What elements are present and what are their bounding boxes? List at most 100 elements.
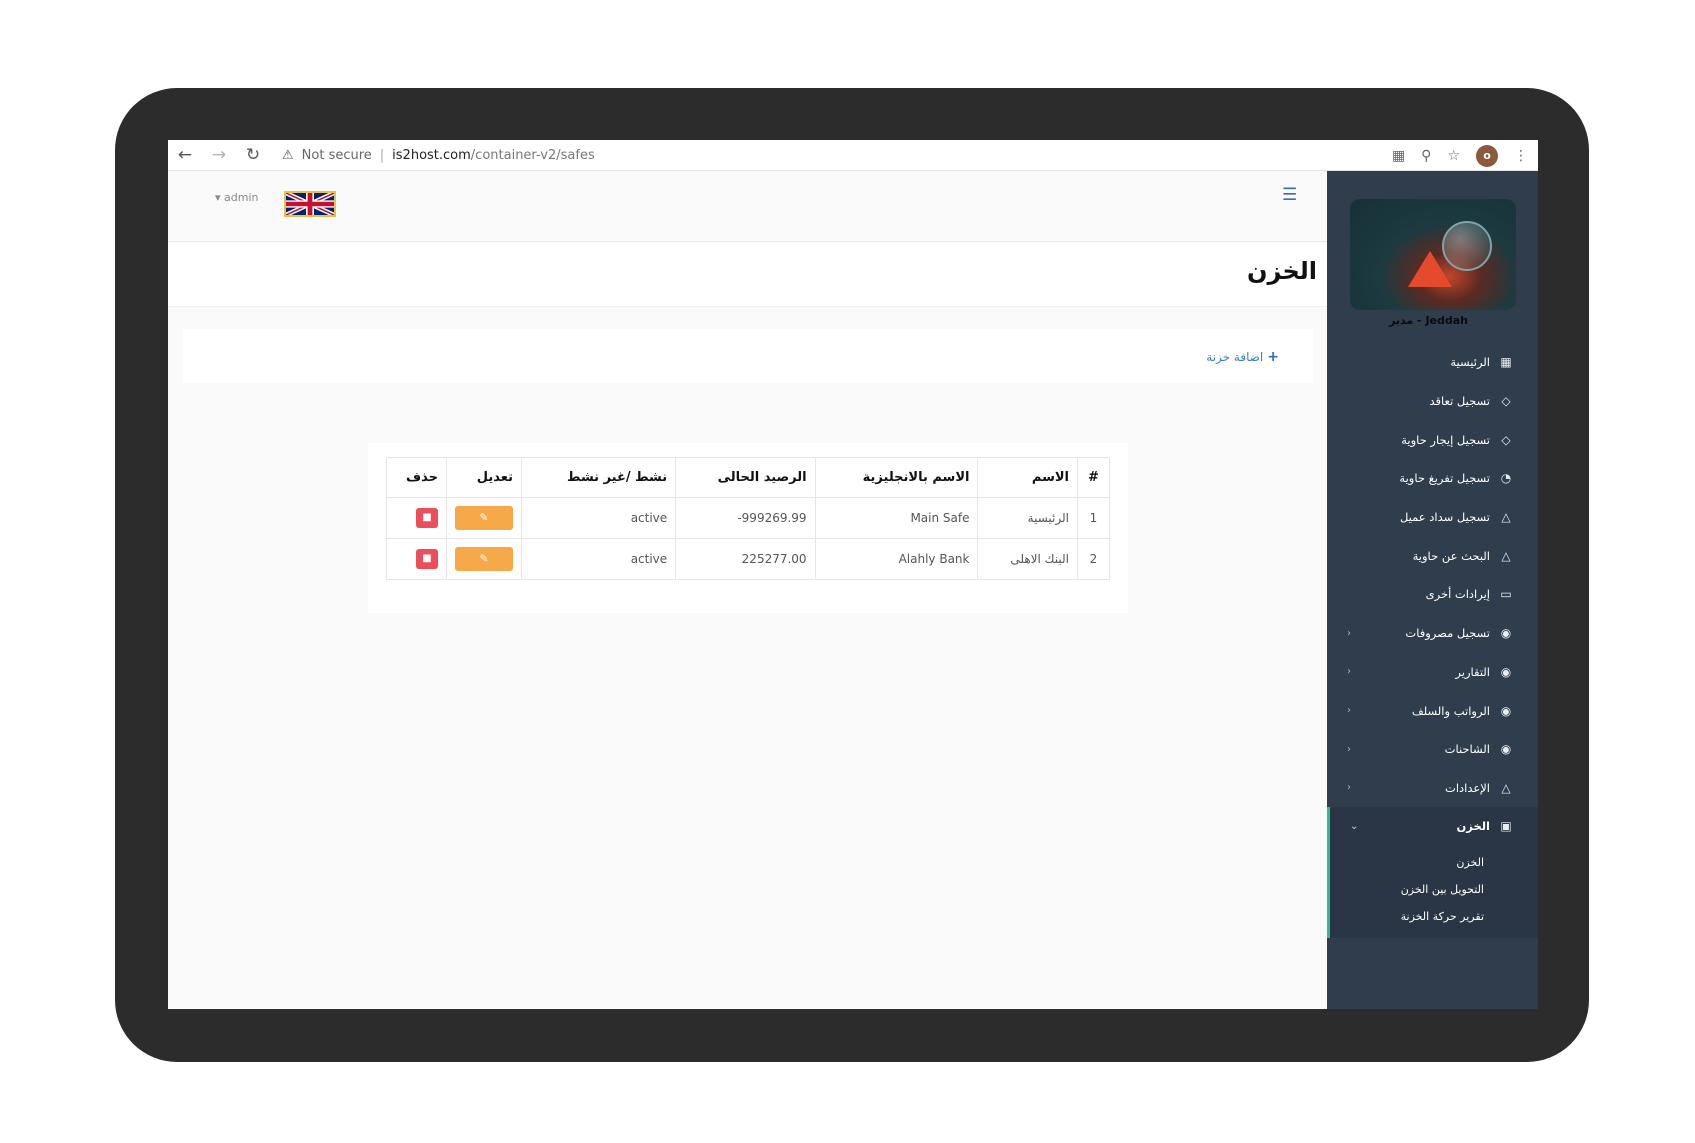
user-name: admin [224,191,259,204]
col-name-en: الاسم بالانجليزية [814,457,979,498]
col-edit: تعديل [446,457,522,498]
globe-icon: ◉ [1500,626,1512,641]
sidebar-item-container-unload[interactable]: ◔ تسجيل تفريغ حاوية [1327,459,1538,498]
col-number: # [1077,457,1110,498]
user-dropdown[interactable]: ▾ admin [215,191,259,204]
sidebar-item-container-search[interactable]: △ البحث عن حاوية [1327,536,1538,575]
sidebar-item-other-revenue[interactable]: ▭ إيرادات أخرى [1327,575,1538,614]
cell-delete: ■ [386,538,447,580]
sidebar-item-salaries[interactable]: ◉ الرواتب والسلف ‹ [1327,691,1538,730]
sidebar-item-home[interactable]: ▦ الرئيسية [1327,343,1538,382]
delete-button[interactable]: ■ [416,549,438,569]
sidebar-item-label: الرواتب والسلف [1411,703,1490,718]
profile-avatar[interactable]: o [1476,144,1498,167]
screen: ← → ↻ ⚠ Not secure | is2host.com/contain… [168,140,1538,1009]
cell-edit: ✎ [446,497,522,539]
back-icon[interactable]: ← [168,140,202,171]
forward-icon[interactable]: → [202,140,236,171]
add-safe-link[interactable]: + اضافة خزنة [1206,349,1279,365]
grid-icon: ▦ [1500,355,1512,370]
sidebar-item-expenses[interactable]: ◉ تسجيل مصروفات ‹ [1327,614,1538,653]
hamburger-icon[interactable]: ☰ [1282,185,1297,205]
sidebar-item-label: التقارير [1455,664,1490,679]
user-avatar [1350,199,1516,310]
star-icon[interactable]: ☆ [1447,148,1460,164]
sidebar-item-client-payment[interactable]: △ تسجيل سداد عميل [1327,498,1538,537]
url-path: /container-v2/safes [470,147,595,163]
translate-icon[interactable]: ▦ [1392,148,1405,164]
cell-name: البنك الاهلى [977,538,1078,580]
cell-name-en: Main Safe [814,497,979,539]
chevron-left-icon: ‹ [1347,782,1351,794]
caret-down-icon: ▾ [215,191,221,204]
sidebar-item-label: الخزن [1456,819,1490,834]
sidebar-item-container-rent[interactable]: ◇ تسجيل إيجار حاوية [1327,420,1538,459]
chevron-down-icon: ⌄ [1350,820,1359,832]
globe-icon: ◉ [1500,664,1512,679]
cell-balance: 225277.00 [675,538,816,580]
submenu-item-safe-report[interactable]: تقرير حركة الخزنة [1330,903,1538,930]
sidebar-item-trucks[interactable]: ◉ الشاحنات ‹ [1327,730,1538,769]
chevron-left-icon: ‹ [1347,743,1351,755]
page-header: الخزن [168,243,1327,307]
not-secure-label[interactable]: Not secure [302,148,372,163]
zoom-icon[interactable]: ⚲ [1421,148,1431,164]
url-separator: | [379,147,385,163]
trash-icon: ■ [422,512,432,523]
browser-actions: ▦ ⚲ ☆ o ⋮ [1392,140,1528,171]
sidebar-item-label: الإعدادات [1445,780,1490,795]
reload-icon[interactable]: ↻ [236,140,270,171]
edit-button[interactable]: ✎ [455,506,513,530]
submenu-item-safes[interactable]: الخزن [1330,849,1538,876]
main-content: ▾ admin ☰ الخزن + اضافة خزنة # الاسم الا… [168,171,1327,1009]
cell-number: 2 [1077,538,1110,580]
sidebar: Jeddah - مدير ▦ الرئيسية ◇ تسجيل تعاقد ◇ تس… [1327,171,1538,1009]
chevron-left-icon: ‹ [1347,627,1351,639]
browser-toolbar: ← → ↻ ⚠ Not secure | is2host.com/contain… [168,140,1538,171]
safes-table-card: # الاسم الاسم بالانجليزية الرصيد الحالى … [368,443,1128,613]
page-title: الخزن [1247,257,1317,285]
warning-icon[interactable]: ⚠ [282,148,294,163]
table-row: 1 الرئيسية Main Safe -999269.99 active ✎… [386,497,1110,539]
sidebar-item-label: تسجيل تعاقد [1429,394,1490,409]
sidebar-menu: ▦ الرئيسية ◇ تسجيل تعاقد ◇ تسجيل إيجار حاوي… [1327,343,1538,939]
col-delete: حذف [386,457,447,498]
sidebar-item-label: البحث عن حاوية [1412,548,1490,563]
sidebar-item-contract[interactable]: ◇ تسجيل تعاقد [1327,382,1538,421]
pie-icon: ◔ [1500,471,1512,486]
sidebar-item-safes[interactable]: ▣ الخزن ⌄ [1327,807,1538,846]
money-icon: ▣ [1500,819,1512,834]
sidebar-item-label: تسجيل مصروفات [1405,626,1490,641]
cell-delete: ■ [386,497,447,539]
globe-icon: ◉ [1500,703,1512,718]
edit-icon: ✎ [479,511,489,524]
cell-edit: ✎ [446,538,522,580]
cell-name: الرئيسية [977,497,1078,539]
sidebar-item-label: إيرادات أخرى [1425,587,1490,602]
flask-icon: △ [1501,780,1511,795]
submenu-item-transfer[interactable]: التحويل بين الخزن [1330,876,1538,903]
safes-submenu: الخزن التحويل بين الخزن تقرير حركة الخزن… [1327,845,1538,939]
table-header-row: # الاسم الاسم بالانجليزية الرصيد الحالى … [386,457,1110,498]
cell-status: active [520,497,677,539]
kebab-menu-icon[interactable]: ⋮ [1514,148,1528,164]
uk-flag-icon[interactable] [284,191,336,217]
sidebar-item-reports[interactable]: ◉ التقارير ‹ [1327,653,1538,692]
sidebar-item-label: تسجيل تفريغ حاوية [1399,471,1490,486]
cell-name-en: Alahly Bank [814,538,979,580]
sidebar-user-label: Jeddah - مدير [1389,314,1468,327]
delete-button[interactable]: ■ [416,508,438,528]
cell-number: 1 [1077,497,1110,539]
monitor-icon: ▭ [1500,587,1512,602]
flask-icon: △ [1501,510,1511,525]
col-status: نشط /غير نشط [520,457,677,498]
top-navbar: ▾ admin ☰ [168,171,1327,242]
edit-button[interactable]: ✎ [455,547,513,571]
sidebar-item-settings[interactable]: △ الإعدادات ‹ [1327,769,1538,808]
safes-table: # الاسم الاسم بالانجليزية الرصيد الحالى … [386,457,1110,580]
globe-icon: ◉ [1500,742,1512,757]
sidebar-item-label: تسجيل سداد عميل [1399,510,1490,525]
address-bar[interactable]: is2host.com/container-v2/safes [392,148,595,163]
sidebar-item-label: الرئيسية [1450,355,1490,370]
avatar-shard [1408,251,1452,287]
